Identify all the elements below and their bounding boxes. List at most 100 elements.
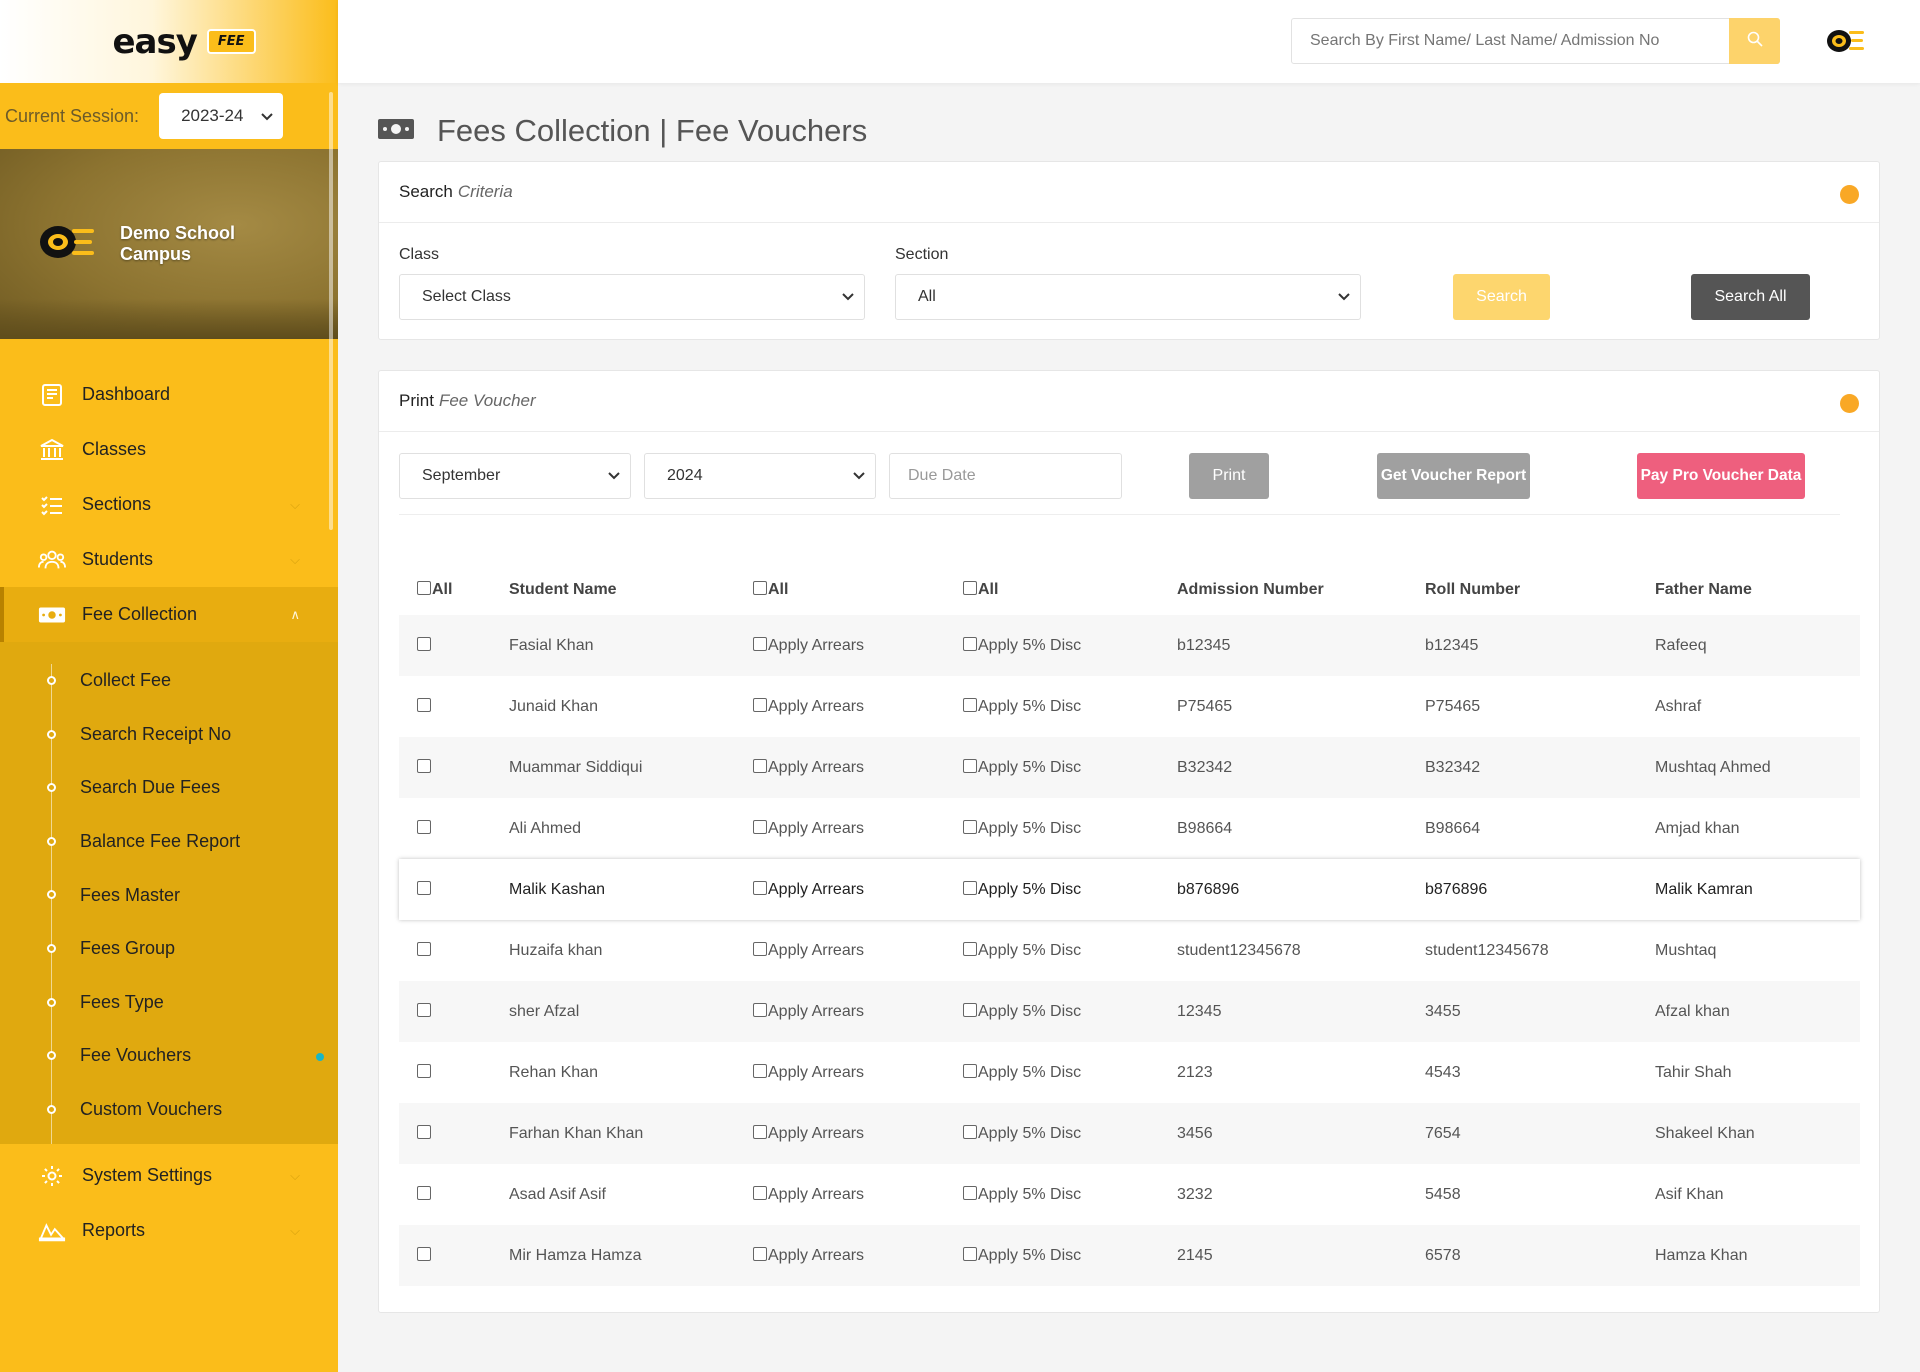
sidebar-item-label: Dashboard xyxy=(82,384,171,404)
sidebar-item-system-settings[interactable]: System Settings ⌵ xyxy=(0,1148,338,1203)
apply-discount-checkbox[interactable] xyxy=(963,941,977,956)
arrears-cell: Apply Arrears xyxy=(753,615,963,676)
disc-all-checkbox[interactable] xyxy=(963,581,977,595)
apply-discount-label: Apply 5% Disc xyxy=(978,697,1082,715)
section-select[interactable]: All xyxy=(895,274,1361,320)
apply-discount-label: Apply 5% Disc xyxy=(978,758,1082,776)
submenu-item-balance-fee-report[interactable]: Balance Fee Report xyxy=(0,815,338,869)
table-row: Malik Kashan Apply Arrears Apply 5% Disc b8… xyxy=(399,859,1860,920)
session-select[interactable]: 2023-24 xyxy=(159,93,284,139)
apply-arrears-checkbox[interactable] xyxy=(753,880,767,895)
submenu-item-search-due-fees[interactable]: Search Due Fees xyxy=(0,761,338,815)
apply-discount-checkbox[interactable] xyxy=(963,1124,977,1139)
apply-discount-checkbox[interactable] xyxy=(963,1246,977,1261)
apply-arrears-checkbox[interactable] xyxy=(753,1185,767,1200)
apply-discount-checkbox[interactable] xyxy=(963,697,977,712)
divider xyxy=(399,514,1840,515)
apply-arrears-checkbox[interactable] xyxy=(753,1002,767,1017)
father-name-header: Father Name xyxy=(1655,581,1752,598)
apply-arrears-checkbox[interactable] xyxy=(753,1246,767,1261)
paypro-voucher-data-button[interactable]: Pay Pro Voucher Data xyxy=(1637,453,1805,499)
students-table-body: Fasial Khan Apply Arrears Apply 5% Disc b12… xyxy=(399,615,1860,1286)
sidebar-item-dashboard[interactable]: Dashboard xyxy=(0,367,338,422)
sidebar-item-students[interactable]: Students ⌵ xyxy=(0,532,338,587)
row-select-cell xyxy=(399,981,509,1042)
section-select-value: All xyxy=(918,288,936,305)
get-voucher-report-button[interactable]: Get Voucher Report xyxy=(1377,453,1530,499)
sidebar-item-fee-collection[interactable]: Fee Collection ∧ xyxy=(0,587,338,642)
month-select[interactable]: September xyxy=(399,453,631,499)
table-header-row: All Student Name All All Admission Numbe… xyxy=(399,531,1860,615)
row-select-checkbox[interactable] xyxy=(417,1002,431,1017)
active-indicator-icon xyxy=(316,1053,324,1062)
submenu-item-fee-vouchers[interactable]: Fee Vouchers xyxy=(0,1029,338,1083)
sidebar-item-reports[interactable]: Reports ⌵ xyxy=(0,1203,338,1258)
sidebar-scrollbar[interactable] xyxy=(329,92,333,530)
roll-number-cell: 7654 xyxy=(1425,1103,1655,1164)
sidebar-item-sections[interactable]: Sections ⌵ xyxy=(0,477,338,532)
year-select-value: 2024 xyxy=(667,467,703,484)
row-select-checkbox[interactable] xyxy=(417,636,431,651)
submenu-item-collect-fee[interactable]: Collect Fee xyxy=(0,654,338,708)
sidebar-nav: Dashboard Classes Sections ⌵ Students ⌵ xyxy=(0,339,338,1258)
roll-number-cell: 4543 xyxy=(1425,1063,1461,1081)
roll-number-cell: P75465 xyxy=(1425,697,1481,715)
arrears-all-checkbox[interactable] xyxy=(753,581,767,595)
collapse-toggle-icon[interactable] xyxy=(1840,185,1859,204)
submenu-item-fees-master[interactable]: Fees Master xyxy=(0,868,338,922)
apply-arrears-checkbox[interactable] xyxy=(753,758,767,773)
submenu-item-custom-vouchers[interactable]: Custom Vouchers xyxy=(0,1083,338,1137)
apply-arrears-checkbox[interactable] xyxy=(753,941,767,956)
arrears-cell: Apply Arrears xyxy=(753,920,963,981)
row-select-checkbox[interactable] xyxy=(417,1124,431,1139)
search-button[interactable] xyxy=(1729,18,1780,64)
due-date-input[interactable]: Due Date xyxy=(889,453,1122,499)
apply-arrears-checkbox[interactable] xyxy=(753,819,767,834)
class-select[interactable]: Select Class xyxy=(399,274,865,320)
chevron-down-icon: ⌵ xyxy=(290,497,300,512)
apply-arrears-checkbox[interactable] xyxy=(753,697,767,712)
table-row: Fasial Khan Apply Arrears Apply 5% Disc b12… xyxy=(399,615,1860,676)
card-subtitle: Fee Voucher xyxy=(438,391,536,410)
apply-discount-checkbox[interactable] xyxy=(963,1063,977,1078)
bullet-icon xyxy=(47,729,56,739)
search-all-button[interactable]: Search All xyxy=(1691,274,1810,320)
arrears-cell: Apply Arrears xyxy=(753,737,963,798)
table-row: Ali Ahmed Apply Arrears Apply 5% Disc B9866… xyxy=(399,798,1860,859)
row-select-checkbox[interactable] xyxy=(417,880,431,895)
search-input[interactable] xyxy=(1292,19,1729,63)
brand-logo[interactable]: easy FEE xyxy=(0,0,338,83)
roll-number-cell: 3455 xyxy=(1425,981,1655,1042)
row-select-checkbox[interactable] xyxy=(417,941,431,956)
collapse-toggle-icon[interactable] xyxy=(1840,394,1859,413)
apply-arrears-checkbox[interactable] xyxy=(753,636,767,651)
admission-number-cell: 2145 xyxy=(1177,1225,1425,1286)
arrears-cell: Apply Arrears xyxy=(753,798,963,859)
row-select-checkbox[interactable] xyxy=(417,1185,431,1200)
row-select-checkbox[interactable] xyxy=(417,697,431,712)
apply-discount-checkbox[interactable] xyxy=(963,1002,977,1017)
search-button[interactable]: Search xyxy=(1453,274,1550,320)
apply-discount-checkbox[interactable] xyxy=(963,636,977,651)
submenu-item-fees-group[interactable]: Fees Group xyxy=(0,922,338,976)
select-all-checkbox[interactable] xyxy=(417,581,431,595)
row-select-checkbox[interactable] xyxy=(417,819,431,834)
apply-discount-checkbox[interactable] xyxy=(963,758,977,773)
sidebar-item-label: System Settings xyxy=(82,1165,213,1186)
submenu-item-search-receipt[interactable]: Search Receipt No xyxy=(0,708,338,762)
apply-discount-checkbox[interactable] xyxy=(963,1185,977,1200)
roll-number-header: Roll Number xyxy=(1425,581,1521,598)
apply-arrears-checkbox[interactable] xyxy=(753,1063,767,1078)
year-select[interactable]: 2024 xyxy=(644,453,876,499)
apply-arrears-checkbox[interactable] xyxy=(753,1124,767,1139)
row-select-checkbox[interactable] xyxy=(417,1063,431,1078)
apply-discount-checkbox[interactable] xyxy=(963,880,977,895)
print-button[interactable]: Print xyxy=(1189,453,1269,499)
apply-discount-checkbox[interactable] xyxy=(963,819,977,834)
roll-number-cell: 5458 xyxy=(1425,1185,1461,1203)
user-avatar[interactable] xyxy=(1826,24,1866,63)
row-select-checkbox[interactable] xyxy=(417,1246,431,1261)
row-select-checkbox[interactable] xyxy=(417,758,431,773)
submenu-item-fees-type[interactable]: Fees Type xyxy=(0,976,338,1030)
sidebar-item-classes[interactable]: Classes xyxy=(0,422,338,477)
